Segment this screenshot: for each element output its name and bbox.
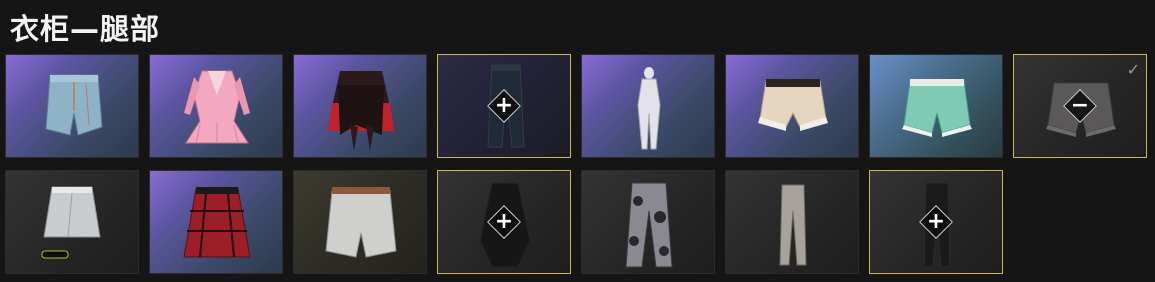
check-icon: ✓ — [1126, 60, 1140, 79]
item-tile-gray-leggings[interactable] — [725, 170, 859, 274]
item-tile-white-bodysuit[interactable] — [581, 54, 715, 158]
add-icon: + — [494, 209, 514, 234]
item-tile-black-hood[interactable]: + — [437, 170, 571, 274]
item-tile-dark-jeans[interactable]: + — [437, 54, 571, 158]
wardrobe-grid: + − ✓ + + — [5, 54, 1147, 274]
add-icon: + — [494, 93, 514, 118]
page-title: 衣柜—腿部 — [10, 12, 161, 46]
item-tile-white-shorts[interactable] — [293, 170, 427, 274]
item-tile-pink-outfit[interactable] — [149, 54, 283, 158]
item-tile-black-red-skirt[interactable] — [293, 54, 427, 158]
pink-outfit-icon — [184, 70, 250, 144]
empty-slot — [1013, 170, 1147, 274]
white-bodysuit-icon — [637, 67, 661, 150]
gray-leggings-icon — [779, 184, 807, 266]
item-tile-silver-skirt[interactable] — [5, 170, 139, 274]
mint-shorts-icon — [902, 79, 972, 137]
item-tile-gray-shorts[interactable]: − ✓ — [1013, 54, 1147, 158]
item-tile-cream-bloomers[interactable] — [725, 54, 859, 158]
camo-pants-icon — [625, 182, 673, 268]
white-shorts-icon — [325, 187, 397, 258]
plaid-skirt-icon — [183, 187, 251, 258]
cream-bloomers-icon — [758, 79, 828, 131]
item-tile-camo-pants[interactable] — [581, 170, 715, 274]
black-red-skirt-icon — [328, 71, 394, 151]
item-tile-black-leggings[interactable]: + — [869, 170, 1003, 274]
denim-shorts-icon — [45, 74, 103, 136]
add-icon: + — [926, 209, 946, 234]
item-tile-plaid-skirt[interactable] — [149, 170, 283, 274]
item-tile-denim-shorts[interactable] — [5, 54, 139, 158]
silver-skirt-icon — [41, 186, 101, 259]
item-tile-mint-shorts[interactable] — [869, 54, 1003, 158]
